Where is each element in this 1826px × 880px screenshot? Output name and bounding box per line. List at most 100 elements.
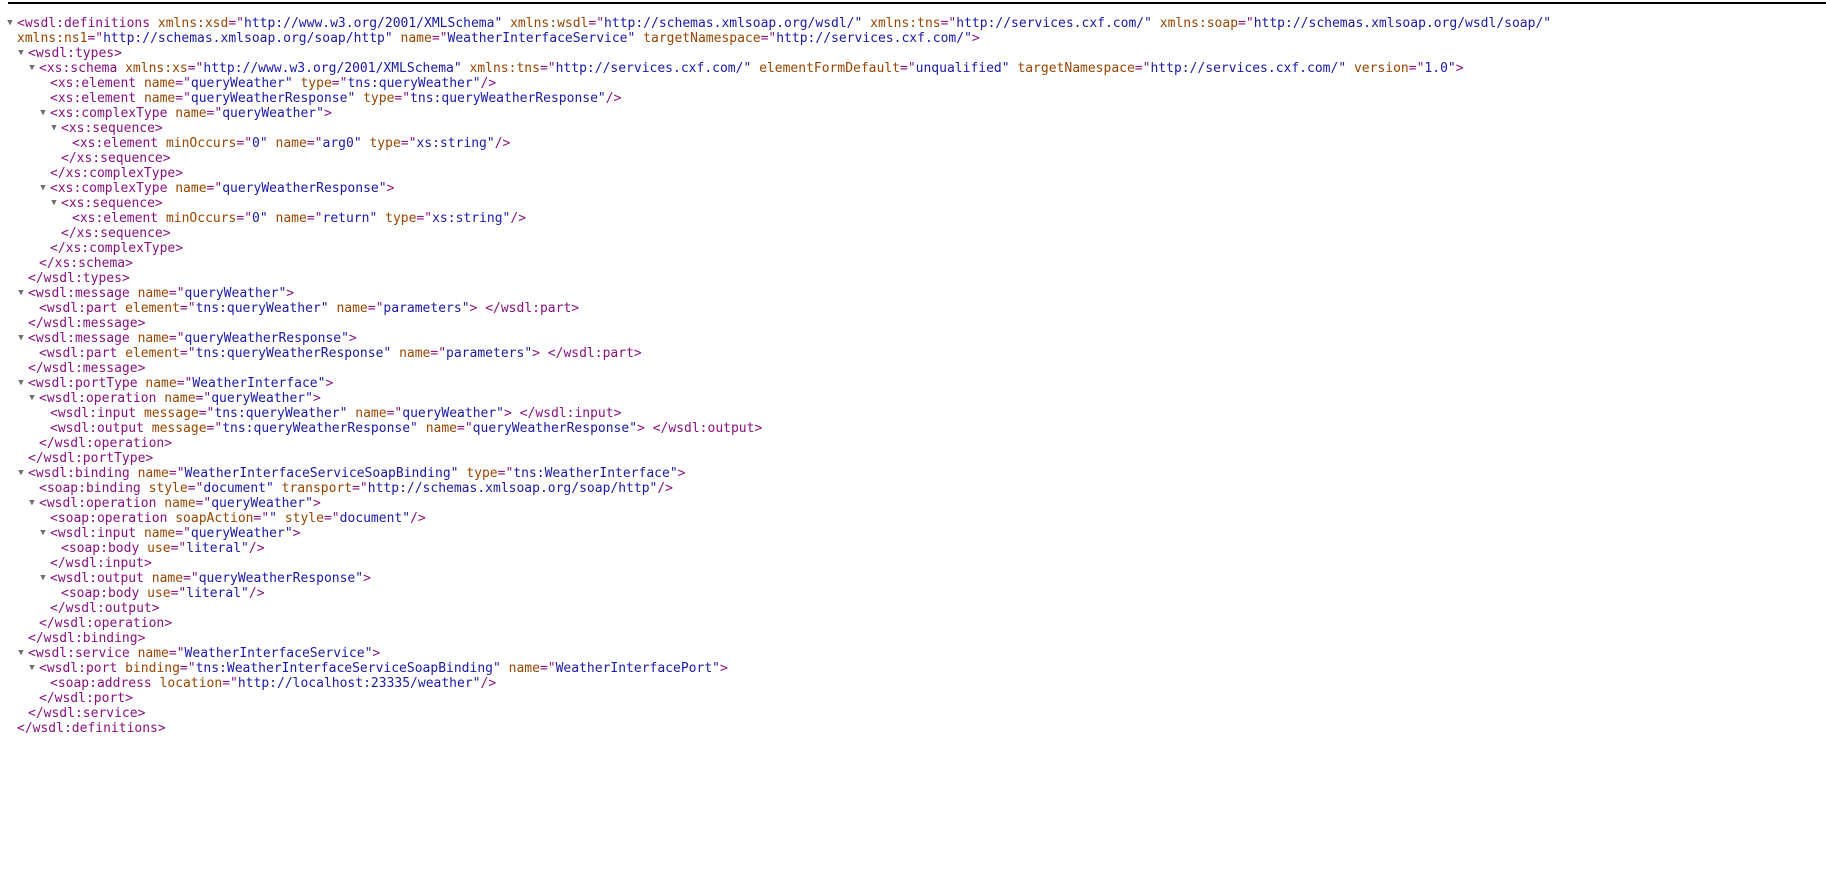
- tag-name: wsdl:input: [65, 556, 144, 571]
- closing-tag-name: wsdl:part: [500, 301, 572, 316]
- attribute-quote: ": [472, 676, 481, 691]
- attribute-equals: =": [760, 31, 777, 46]
- tag-close-bracket: >: [312, 496, 321, 511]
- attribute-value: queryWeatherResponse: [198, 571, 356, 586]
- tag-name: xs:schema: [54, 256, 126, 271]
- collapse-triangle-icon[interactable]: ▼: [27, 496, 37, 511]
- collapse-triangle-icon[interactable]: ▼: [49, 121, 59, 136]
- xml-tag-line: ▼ <wsdl:port binding="tns:WeatherInterfac…: [0, 661, 1826, 676]
- tag-name: xs:sequence: [68, 121, 155, 136]
- attribute-value: queryWeatherResponse: [184, 331, 342, 346]
- tag-name: wsdl:part: [46, 346, 118, 361]
- xml-tag-line: ▼ <wsdl:binding name="WeatherInterfaceSer…: [0, 466, 1826, 481]
- tag-name: wsdl:binding: [35, 466, 130, 481]
- attribute-name: name: [175, 181, 207, 196]
- attribute-name: name: [336, 301, 368, 316]
- attribute-name: xmlns:xsd: [157, 16, 229, 31]
- attribute-equals: =": [430, 346, 447, 361]
- collapse-triangle-icon[interactable]: ▼: [38, 526, 48, 541]
- xml-tag-line: ▼ <wsdl:portType name="WeatherInterface">: [0, 376, 1826, 391]
- tag-name: xs:complexType: [57, 181, 168, 196]
- attribute-name: name: [137, 286, 169, 301]
- tag-name: wsdl:message: [43, 361, 138, 376]
- tag-close-bracket: >: [143, 556, 152, 571]
- attribute-quote: ": [1447, 61, 1456, 76]
- attribute-quote: ": [339, 406, 348, 421]
- attribute-equals: =": [168, 286, 185, 301]
- tag-close-bracket: >: [286, 286, 295, 301]
- attribute-equals: =": [170, 586, 187, 601]
- collapse-triangle-icon[interactable]: ▼: [27, 61, 37, 76]
- collapse-triangle-icon[interactable]: ▼: [16, 466, 26, 481]
- attribute-value: xs:string: [432, 211, 503, 226]
- attribute-name: transport: [281, 481, 353, 496]
- xml-tag-line: ▼ <wsdl:input name="queryWeather">: [0, 526, 1826, 541]
- attribute-name: style: [284, 511, 324, 526]
- tag-open-bracket: <: [17, 16, 25, 31]
- tag-open-bracket: <: [50, 421, 58, 436]
- tag-close-bracket: >: [1455, 61, 1464, 76]
- attribute-quote: ": [743, 61, 752, 76]
- tag-close-bracket: />: [248, 541, 265, 556]
- xml-tag-line: xmlns:ns1="http://schemas.xmlsoap.org/so…: [0, 31, 1826, 46]
- xml-tag-line: ▼ <wsdl:output name="queryWeatherResponse…: [0, 571, 1826, 586]
- attribute-equals: =": [306, 136, 323, 151]
- xml-closing-tag-line: </xs:schema>: [0, 256, 1826, 271]
- attribute-equals: =": [1238, 16, 1254, 31]
- tag-name: soap:body: [68, 586, 140, 601]
- attribute-equals: =": [431, 31, 448, 46]
- tag-open-bracket: <: [50, 526, 58, 541]
- tag-name: xs:element: [57, 76, 137, 91]
- collapse-triangle-icon[interactable]: ▼: [27, 661, 37, 676]
- xml-closing-tag-line: </wsdl:service>: [0, 706, 1826, 721]
- xml-tag-line: ▼ <wsdl:message name="queryWeather">: [0, 286, 1826, 301]
- tag-open-bracket: </: [50, 601, 66, 616]
- tag-close-bracket: />: [657, 481, 674, 496]
- collapse-triangle-icon[interactable]: ▼: [38, 571, 48, 586]
- tag-open-bracket: </: [485, 301, 501, 316]
- collapse-triangle-icon[interactable]: ▼: [27, 391, 37, 406]
- tag-name: wsdl:message: [43, 316, 138, 331]
- attribute-quote: ": [524, 346, 533, 361]
- attribute-quote: ": [284, 76, 293, 91]
- tag-open-bracket: <: [50, 571, 58, 586]
- tag-name: wsdl:types: [43, 271, 122, 286]
- tag-close-bracket: >: [323, 106, 332, 121]
- collapse-triangle-icon[interactable]: ▼: [5, 16, 15, 31]
- collapse-triangle-icon[interactable]: ▼: [49, 196, 59, 211]
- collapse-triangle-icon[interactable]: ▼: [16, 646, 26, 661]
- attribute-name: name: [275, 136, 307, 151]
- attribute-name: use: [147, 586, 171, 601]
- attribute-quote: ": [450, 466, 459, 481]
- collapse-triangle-icon[interactable]: ▼: [16, 46, 26, 61]
- tag-close-bracket: >: [151, 601, 160, 616]
- attribute-value: arg0: [322, 136, 354, 151]
- xml-tag-line: <wsdl:part element="tns:queryWeather" na…: [0, 301, 1826, 316]
- attribute-value: http://services.cxf.com/: [555, 61, 744, 76]
- attribute-value: unqualified: [915, 61, 1002, 76]
- xml-tag-line: ▼ <xs:sequence>: [0, 121, 1826, 136]
- collapse-triangle-icon[interactable]: ▼: [38, 181, 48, 196]
- tag-name: wsdl:input: [57, 526, 137, 541]
- collapse-triangle-icon[interactable]: ▼: [16, 331, 26, 346]
- collapse-triangle-icon[interactable]: ▼: [16, 286, 26, 301]
- attribute-name: xmlns:soap: [1159, 16, 1239, 31]
- collapse-triangle-icon[interactable]: ▼: [16, 376, 26, 391]
- attribute-name: name: [145, 376, 177, 391]
- collapse-triangle-icon[interactable]: ▼: [38, 106, 48, 121]
- attribute-equals: =": [416, 211, 433, 226]
- attribute-value: queryWeather: [190, 76, 285, 91]
- attribute-quote: ": [305, 391, 313, 406]
- attribute-equals: =": [170, 541, 187, 556]
- attribute-quote: ": [486, 136, 495, 151]
- tag-open-bracket: <: [39, 496, 47, 511]
- tag-name: wsdl:operation: [46, 496, 157, 511]
- attribute-quote: ": [241, 586, 249, 601]
- attribute-equals: =": [168, 331, 185, 346]
- attribute-name: name: [143, 526, 176, 541]
- attribute-value: tns:WeatherInterface: [513, 466, 670, 481]
- attribute-equals: =": [539, 661, 556, 676]
- tag-open-bracket: <: [50, 676, 58, 691]
- attribute-equals: =": [588, 16, 605, 31]
- attribute-equals: =": [1134, 61, 1151, 76]
